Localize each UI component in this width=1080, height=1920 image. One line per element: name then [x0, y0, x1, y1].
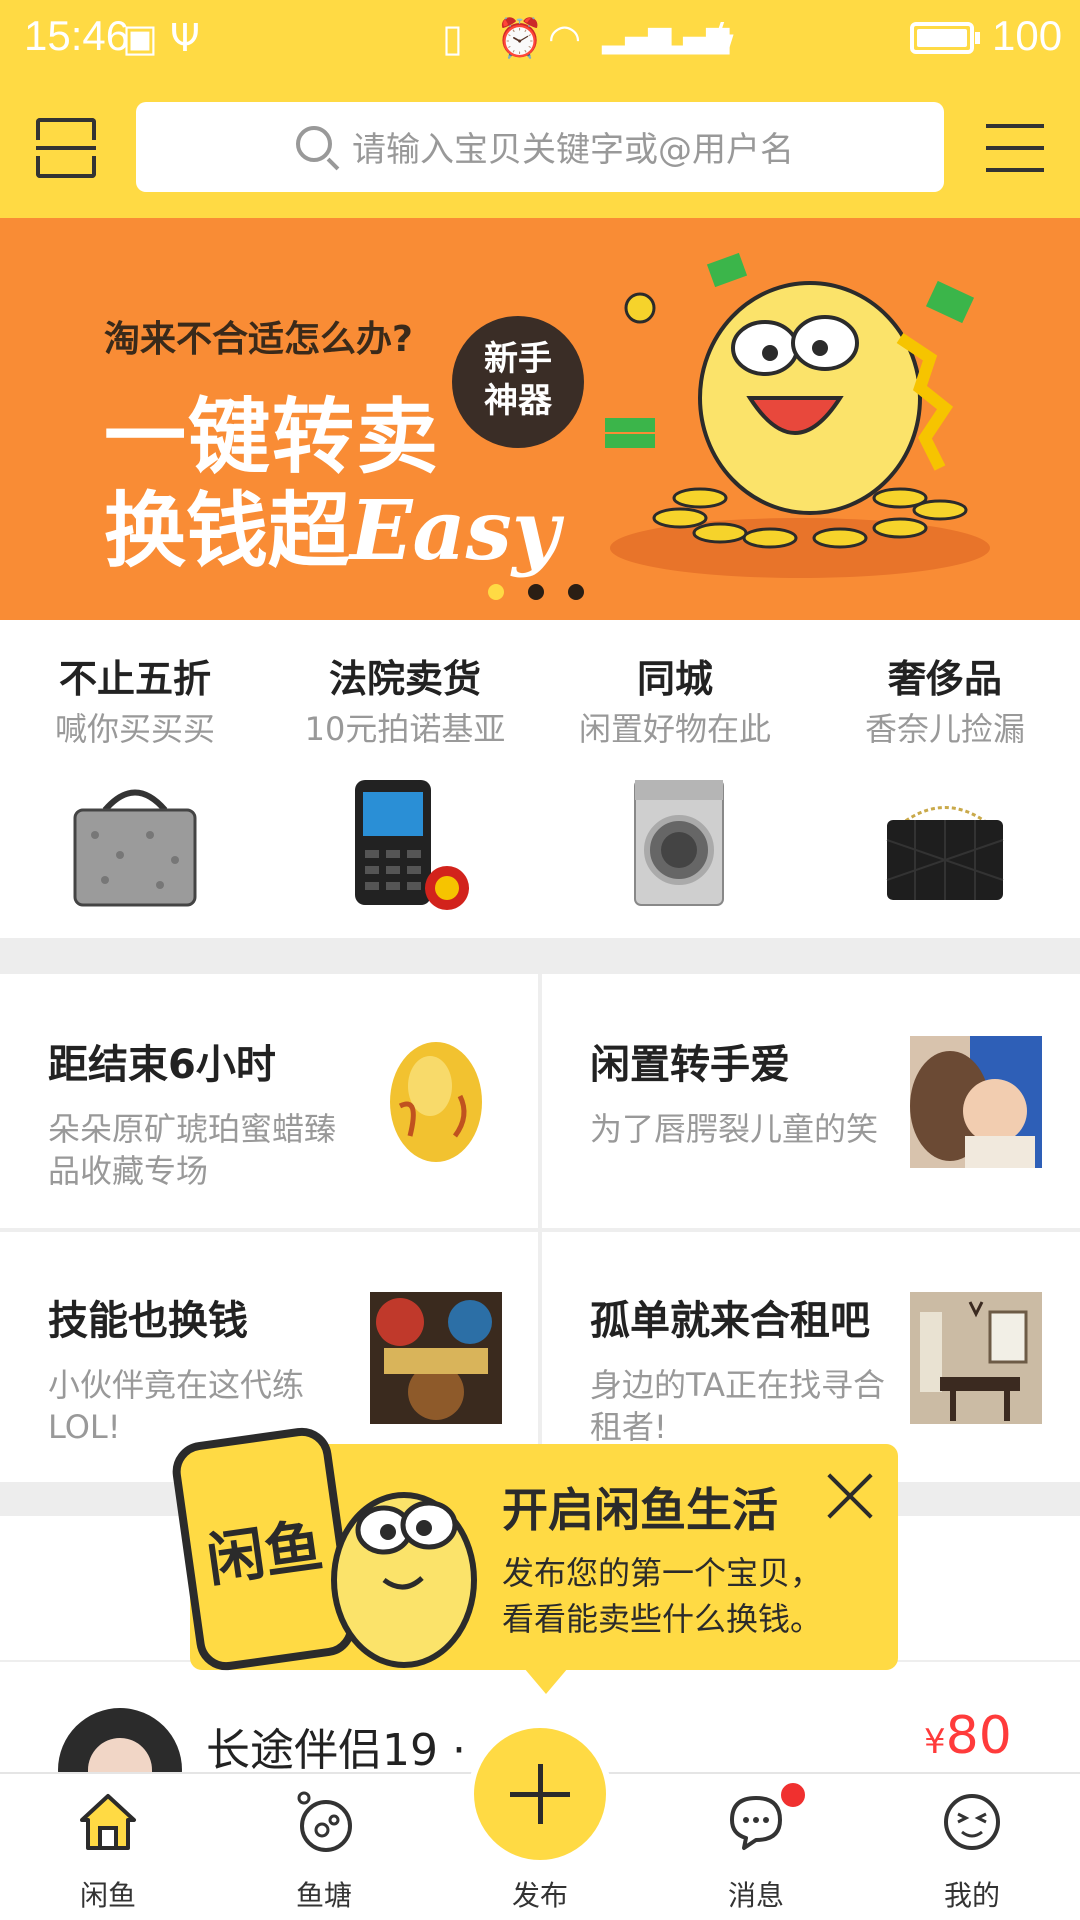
tab-label: 发布	[511, 1879, 568, 1912]
card-title: 技能也换钱	[48, 1298, 248, 1344]
category-row: 不止五折 喊你买买买 法院卖货 10元拍诺基亚 同城 闲置好物在此 奢侈品 香奈…	[0, 620, 1080, 938]
search-icon	[296, 126, 332, 162]
banner-pagination	[488, 584, 608, 604]
category-subtitle: 喊你买买买	[54, 710, 215, 748]
publish-button[interactable]	[468, 1722, 612, 1866]
usb-icon: Ψ	[170, 16, 200, 60]
banner-subheadline: 换钱超Easy	[104, 464, 559, 583]
black-bag-image	[886, 806, 1004, 900]
category-subtitle: 香奈儿捡漏	[864, 710, 1025, 748]
tab-pond[interactable]: 鱼塘	[216, 1774, 432, 1920]
section-divider	[0, 938, 1080, 974]
card-divider-horizontal	[0, 1228, 1080, 1232]
search-placeholder: 请输入宝贝关键字或@用户名	[352, 130, 794, 170]
washing-machine-image	[634, 780, 724, 906]
phone-image	[355, 780, 469, 910]
logo-text: 闲鱼	[202, 1511, 327, 1595]
category-local[interactable]: 同城 闲置好物在此	[540, 620, 810, 938]
tab-label: 鱼塘	[295, 1879, 352, 1912]
menu-icon[interactable]	[986, 120, 1044, 176]
wifi-icon: ◠	[548, 16, 582, 60]
category-title: 不止五折	[58, 657, 211, 701]
badge-line1: 新手	[484, 339, 552, 379]
tooltip-line2: 看看能卖些什么换钱。	[502, 1600, 823, 1638]
league-of-legends-image	[370, 1292, 502, 1424]
amber-image	[390, 1042, 482, 1162]
search-input[interactable]: 请输入宝贝关键字或@用户名	[136, 102, 944, 192]
handbag-image	[73, 789, 197, 907]
pagination-dot	[528, 584, 544, 600]
category-court-sale[interactable]: 法院卖货 10元拍诺基亚	[270, 620, 540, 938]
charging-icon: ϟ	[712, 16, 738, 60]
category-title: 法院卖货	[328, 657, 481, 701]
scan-icon[interactable]	[36, 118, 96, 178]
currency-symbol: ¥	[924, 1722, 946, 1762]
tab-messages[interactable]: 消息	[648, 1774, 864, 1920]
pond-icon	[297, 1791, 352, 1852]
banner-badge: 新手 神器	[452, 316, 584, 448]
banner-question: 淘来不合适怎么办?	[104, 319, 413, 360]
category-luxury[interactable]: 奢侈品 香奈儿捡漏	[810, 620, 1080, 938]
card-subtitle: 朵朵原矿琥珀蜜蜡臻品收藏专场	[48, 1110, 337, 1190]
status-bar: 15:46 ▣ Ψ ▯ ⏰ ◠ ▂▄▆ ▂▄▆ ϟ 100	[0, 0, 1080, 80]
tab-home[interactable]: 闲鱼	[0, 1774, 216, 1920]
listing-price: ¥80	[924, 1706, 1012, 1766]
listing-title[interactable]: 长途伴侣19 ·	[206, 1714, 466, 1778]
card-title: 闲置转手爱	[590, 1042, 790, 1088]
card-title: 孤单就来合租吧	[590, 1298, 870, 1344]
child-photo-image	[910, 1036, 1042, 1168]
tab-label: 我的	[943, 1879, 1000, 1912]
pagination-dot-active	[488, 584, 504, 600]
promo-banner[interactable]: 淘来不合适怎么办? 一键转卖 换钱超Easy 新手 神器	[0, 218, 1080, 620]
card-title: 距结束6小时	[48, 1042, 276, 1088]
card-charity[interactable]: 闲置转手爱 为了唇腭裂儿童的笑	[542, 974, 1080, 1226]
tab-profile[interactable]: 我的	[864, 1774, 1080, 1920]
card-auction[interactable]: 距结束6小时 朵朵原矿琥珀蜜蜡臻品收藏专场	[0, 974, 538, 1226]
tooltip-title: 开启闲鱼生活	[502, 1483, 778, 1537]
price-value: 80	[945, 1706, 1012, 1766]
room-image	[910, 1292, 1042, 1424]
category-title: 奢侈品	[887, 657, 1002, 701]
pagination-dot	[568, 584, 584, 600]
profile-icon	[944, 1794, 1000, 1850]
notification-dot	[778, 1780, 808, 1810]
fish-mascot-icon	[331, 1492, 477, 1668]
battery-icon	[910, 22, 980, 54]
category-discount[interactable]: 不止五折 喊你买买买	[0, 620, 270, 938]
category-subtitle: 闲置好物在此	[578, 710, 771, 748]
home-icon	[80, 1794, 136, 1850]
tab-label: 消息	[727, 1879, 784, 1912]
tab-label: 闲鱼	[79, 1879, 136, 1912]
close-icon[interactable]	[826, 1470, 876, 1520]
card-subtitle: 身边的TA正在找寻合租者!	[590, 1366, 885, 1446]
image-icon: ▣	[122, 16, 158, 60]
card-subtitle: 为了唇腭裂儿童的笑	[590, 1110, 879, 1148]
badge-line2: 神器	[484, 381, 552, 421]
banner-easy-text: Easy	[350, 483, 560, 579]
mascot-illustration	[605, 252, 990, 578]
tooltip-line1: 发布您的第一个宝贝，	[502, 1554, 823, 1592]
battery-level: 100	[992, 12, 1063, 59]
category-title: 同城	[636, 657, 713, 701]
alarm-icon: ⏰	[496, 16, 544, 60]
banner-subheadline-cn: 换钱超	[104, 484, 351, 579]
top-header: 请输入宝贝关键字或@用户名	[0, 80, 1080, 218]
vibrate-icon: ▯	[442, 16, 463, 60]
category-subtitle: 10元拍诺基亚	[304, 710, 506, 748]
status-time: 15:46	[24, 12, 130, 59]
